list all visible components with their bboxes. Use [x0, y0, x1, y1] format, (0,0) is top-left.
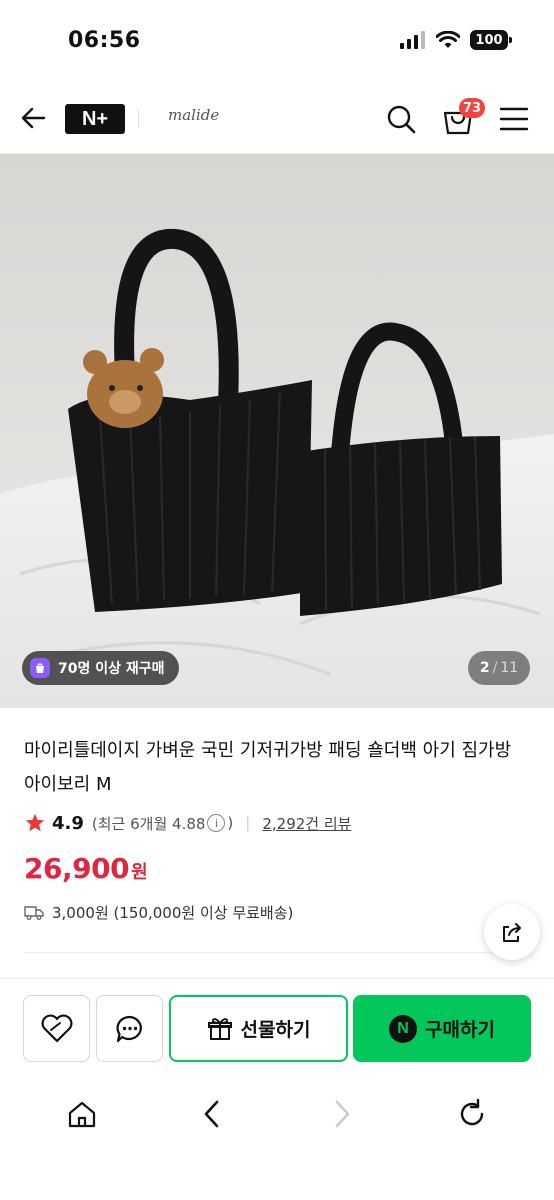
image-page-indicator: 2 / 11 [468, 651, 530, 685]
browser-forward-button[interactable] [324, 1096, 360, 1132]
chevron-right-icon [335, 1100, 350, 1128]
header-divider [138, 110, 139, 128]
gift-button[interactable]: 선물하기 [169, 995, 348, 1062]
status-icons: 100 [400, 30, 512, 50]
product-photo [0, 154, 554, 708]
top-navigation-bar: N+ malide 73 [0, 84, 554, 154]
rating-separator: | [245, 814, 251, 832]
purchase-action-bar: 선물하기 N 구매하기 [0, 978, 554, 1078]
buy-label: 구매하기 [425, 1019, 495, 1041]
wifi-icon [436, 31, 460, 48]
cart-count-badge: 73 [459, 98, 486, 118]
recent-rating: (최근 6개월 4.88 [91, 814, 206, 833]
price-unit: 원 [131, 862, 148, 883]
wishlist-button[interactable] [23, 995, 90, 1062]
current-page: 2 [479, 660, 490, 676]
share-button[interactable] [484, 904, 540, 960]
chat-inquiry-button[interactable] [96, 995, 163, 1062]
status-time: 06:56 [68, 28, 141, 53]
home-icon [68, 1101, 96, 1128]
info-icon[interactable]: i [207, 814, 226, 832]
delivery-truck-icon [24, 905, 44, 920]
product-image-gallery[interactable]: 70명 이상 재구매 2 / 11 [0, 154, 554, 708]
repurchase-text: 70명 이상 재구매 [58, 661, 165, 677]
price-value: 26,900 [24, 852, 130, 885]
signal-icon [400, 31, 425, 49]
product-title: 마이리틀데이지 가벼운 국민 기저귀가방 패딩 숄더백 아기 짐가방 아이보리 … [24, 740, 512, 795]
menu-button[interactable] [498, 104, 530, 134]
review-count-link[interactable]: 2,292건 리뷰 [262, 813, 351, 834]
buy-now-button[interactable]: N 구매하기 [353, 995, 531, 1062]
chevron-left-icon [204, 1100, 219, 1128]
refresh-button[interactable] [454, 1096, 490, 1132]
back-button[interactable] [18, 102, 50, 134]
arrow-left-icon [21, 107, 46, 129]
page-separator: / [492, 660, 498, 676]
chat-bubble-icon [115, 1015, 142, 1042]
gift-label: 선물하기 [240, 1019, 311, 1041]
star-icon [25, 813, 45, 832]
content-divider [24, 952, 524, 953]
refresh-icon [460, 1098, 484, 1126]
heart-icon [41, 1014, 72, 1042]
battery-icon: 100 [470, 30, 512, 50]
price-row: 26,900 원 [24, 852, 148, 885]
naver-plus-logo[interactable]: N+ [65, 104, 125, 134]
browser-navigation-bar [0, 1078, 554, 1200]
rating-value: 4.9 [52, 812, 84, 834]
repurchase-badge: 70명 이상 재구매 [22, 651, 179, 685]
recent-rating-close: ) [227, 814, 234, 832]
hamburger-menu-icon [499, 107, 529, 131]
brand-name: malide [168, 106, 220, 124]
shipping-text: 3,000원 (150,000원 이상 무료배송) [52, 904, 294, 922]
search-icon [387, 105, 416, 134]
brand-logo[interactable]: malide [168, 106, 219, 124]
shipping-info: 3,000원 (150,000원 이상 무료배송) [24, 902, 293, 923]
search-button[interactable] [384, 102, 418, 136]
rating-row: 4.9 (최근 6개월 4.88 i ) | 2,292건 리뷰 [24, 812, 351, 834]
gift-icon [207, 1017, 232, 1040]
total-pages: 11 [500, 660, 519, 676]
status-bar: 06:56 100 [0, 0, 554, 84]
naver-pay-icon: N [389, 1014, 418, 1043]
home-button[interactable] [64, 1096, 100, 1132]
repurchase-bag-icon [30, 658, 50, 678]
share-icon [503, 923, 521, 942]
browser-back-button[interactable] [194, 1096, 230, 1132]
